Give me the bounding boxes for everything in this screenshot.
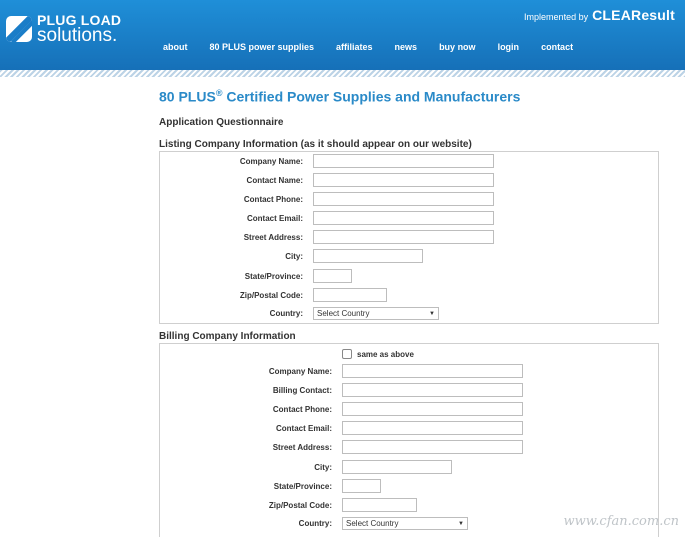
nav-login[interactable]: login	[498, 42, 520, 52]
billing-contact-label: Billing Contact:	[272, 385, 332, 395]
implemented-by: Implemented by CLEAResult	[524, 7, 675, 23]
billing-contact-phone-input[interactable]	[342, 402, 523, 416]
billing-state-input[interactable]	[342, 479, 381, 493]
listing-city-row: City:	[159, 249, 423, 263]
chevron-down-icon: ▼	[429, 310, 435, 317]
listing-zip-input[interactable]	[313, 288, 387, 302]
billing-city-input[interactable]	[342, 460, 452, 474]
listing-city-label: City:	[285, 251, 303, 261]
watermark-text: www.cfan.com.cn	[563, 514, 679, 529]
listing-zip-label: Zip/Postal Code:	[239, 290, 303, 300]
billing-company-name-input[interactable]	[342, 364, 523, 378]
listing-country-value: Select Country	[317, 309, 370, 318]
plug-load-logo[interactable]: PLUG LOAD solutions.	[6, 13, 121, 45]
listing-company-name-input[interactable]	[313, 154, 494, 168]
listing-contact-phone-label: Contact Phone:	[243, 194, 303, 204]
listing-contact-name-label: Contact Name:	[246, 175, 303, 185]
listing-city-input[interactable]	[313, 249, 423, 263]
billing-section-title: Billing Company Information	[159, 331, 296, 342]
billing-country-select[interactable]: Select Country ▼	[342, 517, 468, 530]
listing-contact-name-row: Contact Name:	[159, 173, 494, 187]
billing-contact-email-input[interactable]	[342, 421, 523, 435]
billing-country-row: Country: Select Country ▼	[159, 517, 468, 530]
billing-contact-phone-label: Contact Phone:	[272, 404, 332, 414]
same-as-above-checkbox[interactable]	[342, 349, 352, 359]
nav-80-plus-power-supplies[interactable]: 80 PLUS power supplies	[210, 42, 315, 52]
billing-zip-row: Zip/Postal Code:	[159, 498, 417, 512]
page-title: 80 PLUS® Certified Power Supplies and Ma…	[159, 88, 685, 105]
billing-state-row: State/Province:	[159, 479, 381, 493]
site-header: PLUG LOAD solutions. Implemented by CLEA…	[0, 0, 685, 70]
page-content: 80 PLUS® Certified Power Supplies and Ma…	[159, 88, 685, 128]
chevron-down-icon: ▼	[458, 520, 464, 527]
listing-contact-email-label: Contact Email:	[246, 213, 303, 223]
nav-news[interactable]: news	[395, 42, 418, 52]
page-title-main: 80 PLUS	[159, 88, 216, 105]
page-title-rest: Certified Power Supplies and Manufacture…	[222, 88, 521, 105]
billing-country-value: Select Country	[346, 519, 399, 528]
billing-city-label: City:	[314, 462, 332, 472]
listing-contact-email-input[interactable]	[313, 211, 494, 225]
listing-country-select[interactable]: Select Country ▼	[313, 307, 439, 320]
listing-zip-row: Zip/Postal Code:	[159, 288, 387, 302]
billing-city-row: City:	[159, 460, 452, 474]
same-as-above-row: same as above	[342, 349, 414, 359]
listing-country-row: Country: Select Country ▼	[159, 307, 439, 320]
implemented-by-text: Implemented by	[524, 12, 589, 22]
nav-affiliates[interactable]: affiliates	[336, 42, 373, 52]
billing-zip-label: Zip/Postal Code:	[268, 500, 332, 510]
logo-dot: .	[112, 25, 118, 46]
billing-contact-input[interactable]	[342, 383, 523, 397]
listing-country-label: Country:	[269, 309, 303, 318]
listing-street-address-label: Street Address:	[243, 232, 303, 242]
nav-buy-now[interactable]: buy now	[439, 42, 476, 52]
billing-street-address-row: Street Address:	[159, 440, 523, 454]
listing-contact-name-input[interactable]	[313, 173, 494, 187]
main-nav: about 80 PLUS power supplies affiliates …	[163, 42, 595, 52]
billing-company-name-label: Company Name:	[268, 366, 332, 376]
logo-line2: solutions.	[37, 26, 121, 45]
billing-contact-phone-row: Contact Phone:	[159, 402, 523, 416]
listing-contact-phone-row: Contact Phone:	[159, 192, 494, 206]
listing-street-address-row: Street Address:	[159, 230, 494, 244]
nav-about[interactable]: about	[163, 42, 188, 52]
listing-company-name-label: Company Name:	[239, 156, 303, 166]
listing-contact-email-row: Contact Email:	[159, 211, 494, 225]
same-as-above-label: same as above	[357, 349, 414, 359]
billing-company-name-row: Company Name:	[159, 364, 523, 378]
header-stripe-divider	[0, 70, 685, 77]
nav-contact[interactable]: contact	[541, 42, 573, 52]
logo-text: PLUG LOAD solutions.	[37, 13, 121, 45]
listing-company-name-row: Company Name:	[159, 154, 494, 168]
billing-street-address-label: Street Address:	[272, 442, 332, 452]
logo-line2-text: solutions	[37, 25, 112, 46]
billing-contact-email-label: Contact Email:	[275, 423, 332, 433]
clearesult-logo[interactable]: CLEAResult	[592, 7, 675, 23]
plug-load-logo-icon	[6, 16, 32, 42]
listing-section-title: Listing Company Information (as it shoul…	[159, 139, 472, 150]
billing-street-address-input[interactable]	[342, 440, 523, 454]
billing-zip-input[interactable]	[342, 498, 417, 512]
billing-contact-row: Billing Contact:	[159, 383, 523, 397]
listing-street-address-input[interactable]	[313, 230, 494, 244]
listing-state-row: State/Province:	[159, 269, 352, 283]
listing-state-label: State/Province:	[244, 271, 303, 281]
page-subtitle: Application Questionnaire	[159, 116, 284, 128]
listing-contact-phone-input[interactable]	[313, 192, 494, 206]
billing-state-label: State/Province:	[273, 481, 332, 491]
billing-contact-email-row: Contact Email:	[159, 421, 523, 435]
billing-country-label: Country:	[298, 519, 332, 528]
listing-state-input[interactable]	[313, 269, 352, 283]
